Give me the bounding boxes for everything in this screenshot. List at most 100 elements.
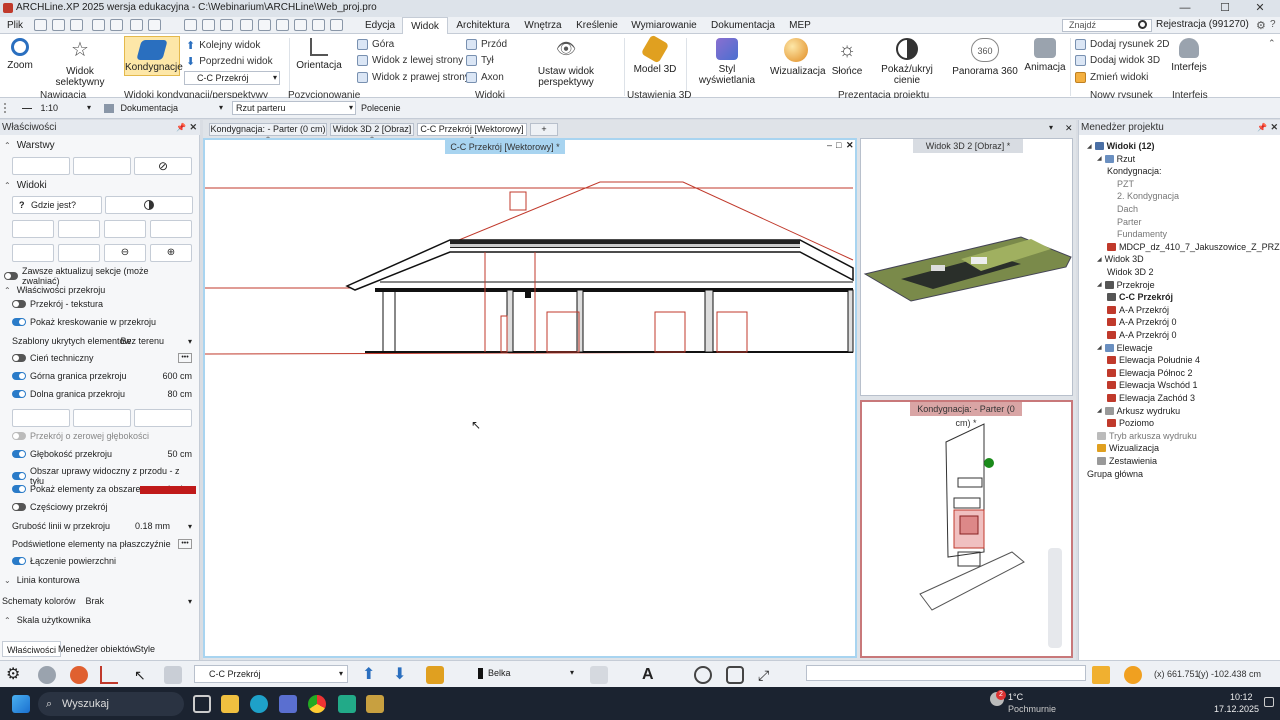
tree-item[interactable]: ◢ Elewacje — [1097, 343, 1153, 353]
expand-icon[interactable]: ◢ — [1097, 281, 1102, 288]
animation-button[interactable]: Animacja — [1022, 38, 1068, 73]
tech-shadow-toggle[interactable] — [12, 354, 26, 362]
tree-item[interactable]: Wizualizacja — [1097, 443, 1159, 453]
tab-doc-floor[interactable]: Kondygnacja: - Parter (0 cm) * — [209, 123, 327, 145]
tab-doc-view3d[interactable]: Widok 3D 2 [Obraz] * — [330, 123, 414, 145]
zero-depth-row[interactable]: Przekrój o zerowej głębokości — [12, 431, 196, 441]
view-cube-button-4[interactable] — [150, 220, 192, 238]
menu-tab-edit[interactable]: Edycja — [362, 17, 398, 34]
status-section-dropdown[interactable]: C-C Przekrój ▾ — [194, 665, 348, 683]
expand-icon[interactable]: ◢ — [1097, 155, 1102, 162]
line-width-row[interactable]: Grubość linii w przekroju 0.18 mm ▾ — [12, 521, 196, 531]
color-schemes-row[interactable]: Schematy kolorów Brak ▾ — [2, 596, 196, 606]
view-fit-button[interactable] — [58, 244, 100, 262]
tree-item[interactable]: A-A Przekrój 0 — [1107, 317, 1177, 327]
tree-item[interactable]: Elewacja Północ 2 — [1107, 368, 1193, 378]
upper-limit-row[interactable]: Górna granica przekroju 600 cm — [12, 371, 196, 381]
brush-icon[interactable] — [184, 19, 197, 31]
partial-row[interactable]: Częściowy przekrój — [12, 502, 196, 512]
merge-row[interactable]: Łączenie powierzchni — [12, 556, 196, 566]
expand-icon[interactable]: ◢ — [1097, 407, 1102, 414]
tree-item[interactable]: Tryb arkusza wydruku — [1097, 431, 1197, 441]
tab-object-manager[interactable]: Menedżer obiektów — [54, 641, 140, 657]
maximize-button[interactable]: ☐ — [1205, 0, 1245, 17]
new-file-icon[interactable] — [34, 19, 47, 31]
depth-toggle[interactable] — [12, 450, 26, 458]
depth-value[interactable]: 50 cm — [167, 449, 192, 459]
tree-item[interactable]: Elewacja Zachód 3 — [1107, 393, 1195, 403]
layers-button-2[interactable] — [73, 157, 131, 175]
line-tool-icon[interactable] — [240, 19, 253, 31]
menu-tab-dimensioning[interactable]: Wymiarowanie — [630, 17, 698, 34]
view3d-view[interactable]: Widok 3D 2 [Obraz] * — [860, 138, 1073, 396]
windows-start-icon[interactable] — [12, 695, 30, 713]
merge-toggle[interactable] — [12, 557, 26, 565]
interface-button[interactable]: Interfejs — [1168, 38, 1210, 73]
model3d-button[interactable]: Model 3D — [632, 34, 678, 75]
tree-item[interactable]: Dach — [1117, 204, 1138, 214]
add-tool-icon[interactable] — [330, 19, 343, 31]
upper-limit-toggle[interactable] — [12, 372, 26, 380]
lower-limit-row[interactable]: Dolna granica przekroju 80 cm — [12, 389, 196, 399]
view-cube-button-3[interactable] — [104, 220, 146, 238]
shadows-button[interactable]: Pokaż/ukryj cienie — [870, 38, 944, 86]
measure-icon[interactable]: ⤢ — [758, 666, 776, 684]
grid-angle-icon[interactable] — [100, 666, 118, 684]
tab-doc-add[interactable]: + — [530, 123, 558, 136]
lower-limit-toggle[interactable] — [12, 390, 26, 398]
zoom-button[interactable]: Zoom — [5, 38, 35, 71]
hidden-templates-row[interactable]: Szablony ukrytych elementów Bez terenu ▾ — [12, 336, 196, 346]
tree-item[interactable]: A-A Przekrój 0 — [1107, 330, 1177, 340]
section-dropdown[interactable]: C-C Przekrój ▾ — [184, 71, 280, 85]
tab-styles[interactable]: Style — [131, 641, 159, 657]
tree-item[interactable]: ◢ Rzut — [1097, 154, 1135, 164]
floor-dropdown[interactable]: Rzut parteru ▾ — [232, 101, 356, 115]
tree-item[interactable]: Kondygnacja: — [1107, 166, 1162, 176]
color-schemes-value[interactable]: Brak — [86, 596, 105, 606]
back-view-button[interactable]: Tył — [466, 53, 494, 68]
menu-file[interactable]: Plik — [4, 17, 26, 34]
add-view3d-button[interactable]: Dodaj widok 3D — [1075, 53, 1160, 68]
menu-tab-documentation[interactable]: Dokumentacja — [710, 17, 776, 34]
shading-button[interactable] — [105, 196, 193, 214]
view-zoom-button-1[interactable] — [12, 244, 54, 262]
depth-row[interactable]: Głębokość przekroju 50 cm — [12, 449, 196, 459]
storeys-button[interactable]: Kondygnacje — [124, 36, 183, 76]
lower-limit-value[interactable]: 80 cm — [167, 389, 192, 399]
paste-icon[interactable] — [148, 19, 161, 31]
scale-dropdown[interactable]: 1:10 ▾ — [18, 101, 94, 115]
taskbar-search[interactable]: ⌕ Wyszukaj — [38, 692, 184, 716]
more-options-icon[interactable]: ••• — [178, 539, 192, 549]
visible-front-toggle[interactable] — [12, 472, 26, 480]
orientation-button[interactable]: Orientacja — [296, 38, 342, 71]
axon-view-button[interactable]: Axon — [466, 70, 504, 85]
menu-tab-view[interactable]: Widok — [402, 17, 448, 34]
notification-icon[interactable] — [1264, 697, 1274, 707]
undo-icon[interactable] — [92, 19, 105, 31]
settings-gear-icon[interactable]: ⚙ — [6, 666, 24, 684]
rotate-view-icon[interactable] — [694, 666, 712, 684]
visualization-button[interactable]: Wizualizacja — [770, 38, 826, 77]
tree-item[interactable]: Widok 3D 2 — [1107, 267, 1154, 277]
arrow-up-icon[interactable]: ⬆ — [362, 666, 380, 684]
registration-label[interactable]: Rejestracja (991270) — [1156, 19, 1249, 30]
task-view-icon[interactable] — [193, 695, 211, 713]
magnet-icon[interactable] — [70, 666, 88, 684]
redo-icon[interactable] — [110, 19, 123, 31]
element-dropdown[interactable]: Belka ▾ — [474, 665, 578, 683]
show-hatching-toggle[interactable] — [12, 318, 26, 326]
file-explorer-icon[interactable] — [221, 695, 239, 713]
align-button-3[interactable] — [134, 409, 192, 427]
tech-shadow-row[interactable]: Cień techniczny ••• — [12, 353, 196, 363]
snap-icon[interactable] — [38, 666, 56, 684]
contour-section[interactable]: ⌄ Linia konturowa — [4, 575, 80, 585]
view-cube-button-2[interactable] — [58, 220, 100, 238]
chevron-down-icon[interactable]: ▾ — [188, 597, 192, 606]
tree-item[interactable]: A-A Przekrój — [1107, 305, 1169, 315]
tree-item[interactable]: MDCP_dz_410_7_Jakuszowice_Z_PRZYLACZA — [1107, 242, 1280, 252]
ribbon-collapse-icon[interactable]: ⌃ — [1268, 38, 1276, 49]
layers-button-1[interactable] — [12, 157, 70, 175]
tree-item[interactable]: Grupa główna — [1087, 469, 1143, 479]
tab-properties[interactable]: Właściwości — [2, 641, 62, 657]
show-behind-row[interactable]: Pokaż elementy za obszarem przekroju — [12, 484, 196, 494]
